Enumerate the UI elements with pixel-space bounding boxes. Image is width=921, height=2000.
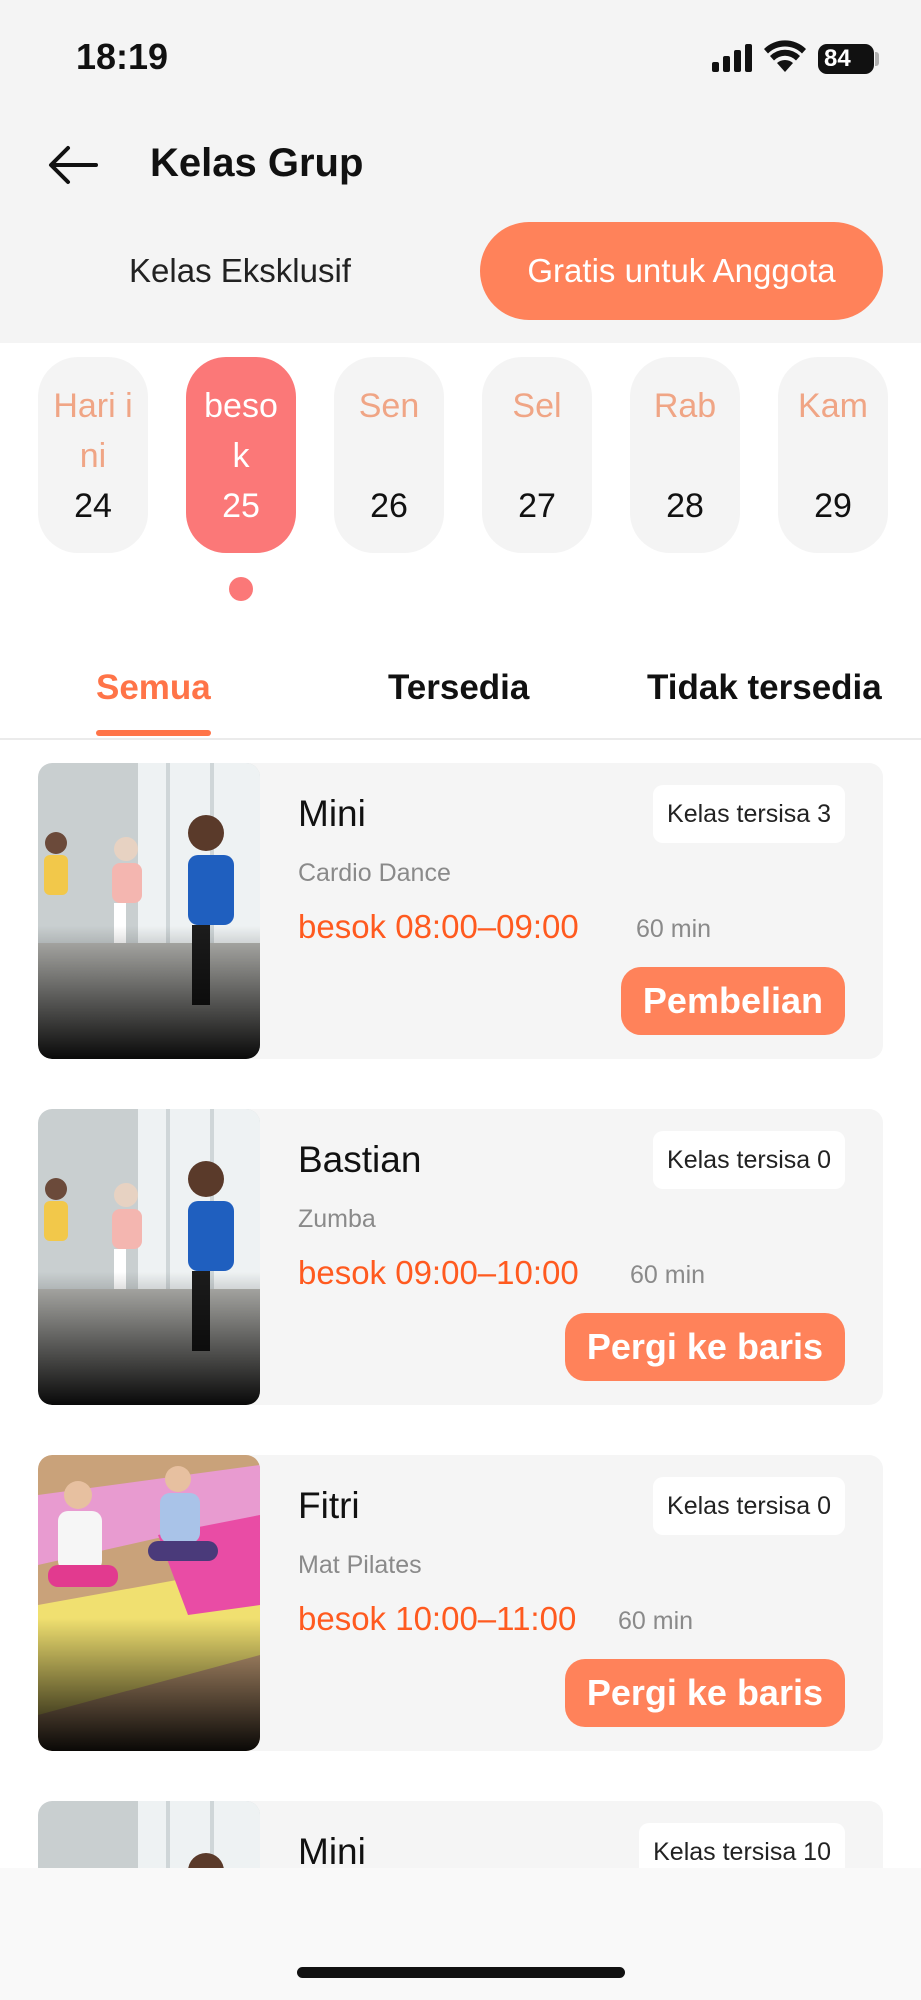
segment-exclusive-classes[interactable]: Kelas Eksklusif (50, 222, 430, 320)
tab-active-indicator (96, 730, 211, 736)
class-time: besok 09:00–10:00 (298, 1254, 579, 1291)
class-time: besok 08:00–09:00 (298, 908, 579, 945)
date-item-name: Sel (512, 387, 562, 425)
status-time: 18:19 (76, 36, 169, 77)
class-instructor: Bastian (298, 1139, 422, 1180)
purchase-button[interactable]: Pembelian (620, 967, 845, 1035)
date-item-day: 26 (370, 487, 408, 525)
date-item-day: 24 (74, 487, 112, 525)
join-queue-button[interactable]: Pergi ke baris (564, 1659, 845, 1727)
tab-unavailable[interactable]: Tidak tersedia (647, 668, 882, 708)
class-duration: 60 min (630, 1261, 706, 1289)
class-thumbnail (38, 1455, 260, 1751)
date-item-name: Sen (358, 387, 420, 425)
class-thumbnail (38, 763, 260, 1059)
class-type: Mat Pilates (298, 1551, 422, 1579)
class-instructor: Mini (298, 1831, 366, 1872)
arrow-left-icon (49, 146, 98, 184)
date-item-day: 29 (814, 487, 852, 525)
segment-free-for-members[interactable]: Gratis untuk Anggota (480, 222, 883, 320)
date-item-mon[interactable]: Sen 26 (334, 357, 444, 553)
date-item-tomorrow[interactable]: besok 25 (186, 357, 296, 553)
date-item-name: Hari ini (53, 387, 133, 475)
class-duration: 60 min (618, 1607, 694, 1635)
battery-icon: 84 (818, 44, 874, 74)
home-indicator[interactable] (297, 1967, 625, 1978)
date-item-name: Kam (798, 387, 868, 425)
signal-icon (712, 44, 752, 72)
back-button[interactable] (46, 140, 100, 190)
remaining-badge: Kelas tersisa 0 (653, 1131, 845, 1189)
date-item-today[interactable]: Hari ini 24 (38, 357, 148, 553)
date-item-wed[interactable]: Rab 28 (630, 357, 740, 553)
bottom-bar (0, 1868, 921, 2000)
class-instructor: Mini (298, 793, 366, 834)
class-card[interactable]: Bastian Kelas tersisa 0 Zumba besok 09:0… (38, 1109, 883, 1405)
remaining-badge: Kelas tersisa 3 (653, 785, 845, 843)
tab-available[interactable]: Tersedia (388, 668, 529, 708)
date-item-name: Rab (653, 387, 717, 425)
class-time: besok 10:00–11:00 (298, 1600, 577, 1637)
class-duration: 60 min (636, 915, 712, 943)
join-queue-button[interactable]: Pergi ke baris (564, 1313, 845, 1381)
class-card[interactable]: Mini Kelas tersisa 3 Cardio Dance besok … (38, 763, 883, 1059)
date-item-day: 28 (666, 487, 704, 525)
selected-date-dot (229, 577, 253, 601)
tab-all[interactable]: Semua (96, 668, 211, 708)
wifi-icon (764, 40, 806, 74)
date-item-name: besok (204, 387, 278, 475)
date-item-day: 25 (222, 487, 260, 525)
class-type: Zumba (298, 1205, 376, 1233)
page-title: Kelas Grup (150, 141, 364, 185)
battery-cap (875, 52, 879, 66)
class-type: Cardio Dance (298, 859, 451, 887)
date-item-tue[interactable]: Sel 27 (482, 357, 592, 553)
class-card[interactable]: Fitri Kelas tersisa 0 Mat Pilates besok … (38, 1455, 883, 1751)
date-item-day: 27 (518, 487, 556, 525)
class-instructor: Fitri (298, 1485, 360, 1526)
class-thumbnail (38, 1109, 260, 1405)
tabs-divider (0, 738, 921, 740)
remaining-badge: Kelas tersisa 0 (653, 1477, 845, 1535)
date-item-thu[interactable]: Kam 29 (778, 357, 888, 553)
